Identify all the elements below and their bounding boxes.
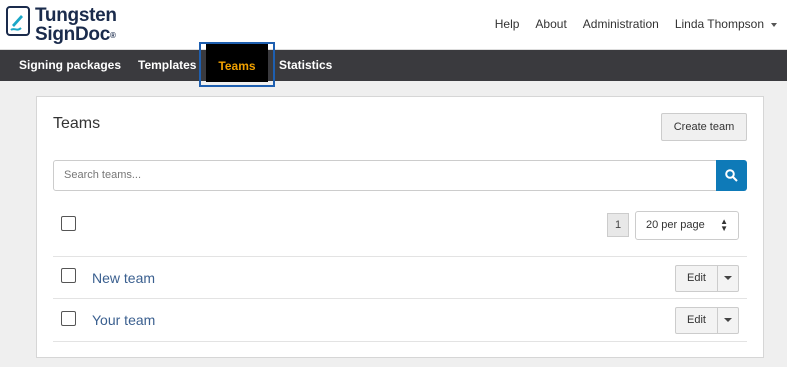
create-team-button[interactable]: Create team (661, 113, 747, 141)
team-name-new-team[interactable]: New team (92, 270, 155, 286)
select-all-checkbox[interactable] (61, 216, 76, 231)
active-tab-highlight (199, 42, 275, 87)
logo-pen-icon (6, 6, 30, 36)
team-name-your-team[interactable]: Your team (92, 312, 155, 328)
edit-caret-icon[interactable] (724, 318, 732, 322)
brand-line2: SignDoc (35, 24, 110, 45)
page-number[interactable]: 1 (607, 213, 629, 237)
brand-name: Tungsten SignDoc® (35, 6, 117, 44)
edit-caret-icon[interactable] (724, 276, 732, 280)
per-page-select[interactable]: 20 per page ▲ ▼ (635, 211, 739, 240)
divider (53, 341, 747, 342)
header-bar: Tungsten SignDoc® Help About Administrat… (0, 0, 787, 50)
nav-administration[interactable]: Administration (583, 17, 659, 31)
main-nav: Signing packages Templates Teams Statist… (0, 44, 787, 82)
edit-button[interactable]: Edit (676, 266, 718, 291)
brand-line1: Tungsten (35, 5, 117, 26)
brand-logo[interactable]: Tungsten SignDoc® (6, 6, 117, 44)
top-nav: Help About Administration Linda Thompson (479, 17, 777, 31)
page-title: Teams (53, 115, 101, 132)
edit-button[interactable]: Edit (676, 308, 718, 333)
select-arrows-icon: ▲ ▼ (720, 217, 728, 233)
search-icon (725, 169, 738, 182)
row-checkbox[interactable] (61, 311, 76, 326)
nav-help[interactable]: Help (495, 17, 520, 31)
divider (53, 256, 747, 257)
divider (53, 298, 747, 299)
edit-button-group[interactable]: Edit (675, 307, 739, 334)
edit-button-group[interactable]: Edit (675, 265, 739, 292)
user-menu[interactable]: Linda Thompson (675, 17, 777, 31)
per-page-value: 20 per page (646, 219, 705, 231)
tab-signing-packages[interactable]: Signing packages (19, 50, 121, 81)
tab-templates[interactable]: Templates (138, 50, 196, 81)
row-checkbox[interactable] (61, 268, 76, 283)
brand-registered: ® (109, 31, 116, 40)
teams-card: Teams Create team Search teams... 1 20 p… (36, 96, 764, 358)
nav-about[interactable]: About (535, 17, 566, 31)
tab-statistics[interactable]: Statistics (279, 50, 332, 81)
search-button[interactable] (716, 160, 747, 191)
search-input[interactable]: Search teams... (53, 160, 717, 191)
